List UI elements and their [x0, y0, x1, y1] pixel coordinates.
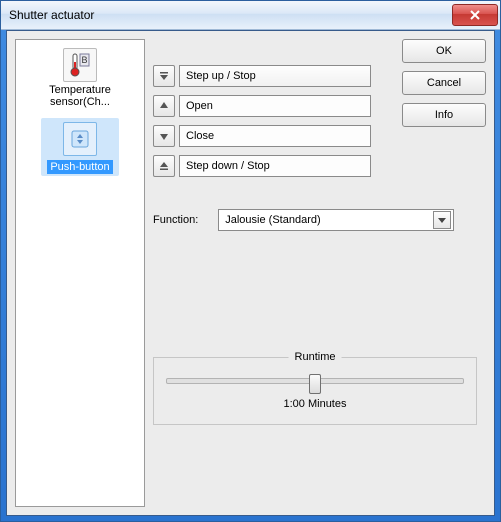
- sidebar-item-temperature-sensor[interactable]: B Temperature sensor(Ch...: [20, 48, 140, 108]
- sidebar-item-label: Push-button: [47, 160, 112, 174]
- action-label[interactable]: Step down / Stop: [179, 155, 371, 177]
- action-close[interactable]: Close: [153, 125, 371, 147]
- cancel-button[interactable]: Cancel: [402, 71, 486, 95]
- function-label: Function:: [153, 214, 198, 226]
- thermometer-icon: B: [63, 48, 97, 82]
- runtime-value: 1:00 Minutes: [154, 398, 476, 410]
- window-title: Shutter actuator: [9, 8, 452, 22]
- sidebar-item-label: Temperature sensor(Ch...: [20, 84, 140, 108]
- window-border: B Temperature sensor(Ch...: [1, 30, 500, 521]
- action-label[interactable]: Close: [179, 125, 371, 147]
- runtime-group: Runtime 1:00 Minutes: [153, 357, 477, 425]
- slider-thumb[interactable]: [309, 374, 321, 394]
- actions-group: Step up / Stop Open Close: [153, 65, 371, 185]
- title-bar[interactable]: Shutter actuator: [1, 1, 500, 30]
- step-down-icon[interactable]: [153, 155, 175, 177]
- close-icon: [470, 10, 480, 20]
- runtime-title: Runtime: [289, 351, 342, 363]
- content-area: OK Cancel Info Step up / Stop: [153, 39, 486, 507]
- dialog-window: Shutter actuator B Temp: [0, 0, 501, 522]
- device-sidebar: B Temperature sensor(Ch...: [15, 39, 145, 507]
- arrow-up-icon[interactable]: [153, 95, 175, 117]
- arrow-down-icon[interactable]: [153, 125, 175, 147]
- chevron-down-icon[interactable]: [433, 211, 451, 229]
- dialog-buttons: OK Cancel Info: [402, 39, 486, 127]
- client-area: B Temperature sensor(Ch...: [6, 30, 495, 516]
- ok-button[interactable]: OK: [402, 39, 486, 63]
- function-row: Function: Jalousie (Standard): [153, 209, 486, 231]
- action-step-up[interactable]: Step up / Stop: [153, 65, 371, 87]
- runtime-slider[interactable]: [166, 378, 464, 384]
- close-button[interactable]: [452, 4, 498, 26]
- info-button[interactable]: Info: [402, 103, 486, 127]
- action-label[interactable]: Open: [179, 95, 371, 117]
- action-step-down[interactable]: Step down / Stop: [153, 155, 371, 177]
- push-button-icon: [63, 122, 97, 156]
- function-combobox[interactable]: Jalousie (Standard): [218, 209, 454, 231]
- action-label[interactable]: Step up / Stop: [179, 65, 371, 87]
- step-up-icon[interactable]: [153, 65, 175, 87]
- function-value: Jalousie (Standard): [225, 214, 320, 226]
- svg-text:B: B: [81, 55, 87, 65]
- sidebar-item-push-button[interactable]: Push-button: [20, 118, 140, 176]
- action-open[interactable]: Open: [153, 95, 371, 117]
